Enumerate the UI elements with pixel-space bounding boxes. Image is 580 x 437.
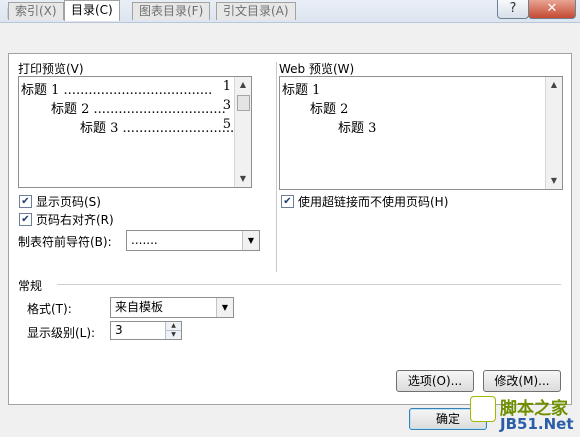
show-page-numbers-label[interactable]: 显示页码(S) — [36, 193, 101, 210]
print-preview-scrollbar[interactable]: ▲ ▼ — [234, 77, 251, 187]
tab-index[interactable]: 索引(X) — [8, 2, 64, 20]
web-preview-scrollbar[interactable]: ▲ ▼ — [545, 77, 562, 189]
scroll-up-icon[interactable]: ▲ — [235, 77, 251, 93]
tab-leader-select[interactable]: ....... ▼ — [126, 230, 260, 251]
levels-value: 3 — [115, 323, 123, 337]
levels-label: 显示级别(L): — [27, 326, 96, 340]
chevron-down-icon[interactable]: ▼ — [242, 231, 259, 250]
print-preview-line: 标题 1 ...................................… — [21, 79, 231, 98]
scroll-down-icon[interactable]: ▼ — [546, 173, 562, 189]
watermark-line2: JB51.Net — [500, 415, 574, 433]
format-select[interactable]: 来自模板 ▼ — [110, 297, 234, 318]
spin-up-icon[interactable]: ▲ — [165, 322, 181, 331]
web-preview-label: Web 预览(W) — [279, 62, 355, 76]
tab-leader-label: 制表符前导符(B): — [18, 235, 112, 249]
hyperlinks-label[interactable]: 使用超链接而不使用页码(H) — [298, 193, 448, 210]
print-preview-label: 打印预览(V) — [18, 62, 84, 76]
dot-leader: .................................... — [63, 83, 213, 98]
levels-spinner[interactable]: 3 ▲ ▼ — [110, 321, 182, 340]
print-preview-line: 标题 3 ............................. 5 — [80, 117, 242, 136]
heading-text: 标题 1 — [21, 83, 60, 98]
print-preview-box[interactable]: 标题 1 ...................................… — [18, 76, 252, 188]
scroll-thumb[interactable] — [237, 95, 250, 111]
tab-figures[interactable]: 图表目录(F) — [132, 2, 211, 20]
tab-panel: 打印预览(V) 标题 1 ...........................… — [8, 53, 572, 405]
web-preview-box[interactable]: 标题 1 标题 2 标题 3 ▲ ▼ — [279, 76, 563, 190]
modify-button[interactable]: 修改(M)... — [483, 370, 561, 392]
scroll-up-icon[interactable]: ▲ — [546, 77, 562, 93]
general-heading: 常规 — [18, 279, 43, 293]
spin-down-icon[interactable]: ▼ — [165, 331, 181, 339]
options-button[interactable]: 选项(O)... — [396, 370, 474, 392]
heading-text: 标题 2 — [51, 102, 90, 117]
watermark-logo — [470, 396, 496, 422]
scroll-down-icon[interactable]: ▼ — [235, 171, 251, 187]
column-divider — [276, 62, 277, 272]
site-watermark: 脚本之家 JB51.Net — [470, 394, 580, 437]
page-number: 5 — [222, 117, 231, 132]
chevron-down-icon[interactable]: ▼ — [216, 298, 233, 317]
tab-toc[interactable]: 目录(C) — [64, 0, 120, 21]
hyperlinks-checkbox[interactable]: ✔ — [281, 195, 294, 208]
page-number: 3 — [222, 98, 231, 113]
show-page-numbers-checkbox[interactable]: ✔ — [19, 195, 32, 208]
web-preview-line: 标题 1 — [282, 83, 321, 98]
page-number: 1 — [222, 79, 231, 94]
group-divider — [57, 284, 561, 285]
tab-leader-value: ....... — [131, 233, 158, 247]
web-preview-line: 标题 2 — [310, 102, 349, 117]
heading-text: 标题 3 — [80, 121, 119, 136]
format-value: 来自模板 — [115, 300, 164, 314]
print-preview-line: 标题 2 ................................ 3 — [51, 98, 231, 117]
tab-citations[interactable]: 引文目录(A) — [216, 2, 296, 20]
web-preview-line: 标题 3 — [338, 121, 377, 136]
close-button[interactable]: ✕ — [528, 0, 576, 19]
right-align-label[interactable]: 页码右对齐(R) — [36, 211, 114, 228]
format-label: 格式(T): — [27, 302, 72, 316]
right-align-checkbox[interactable]: ✔ — [19, 213, 32, 226]
help-button[interactable]: ? — [497, 0, 529, 19]
dot-leader: ................................ — [93, 102, 226, 117]
